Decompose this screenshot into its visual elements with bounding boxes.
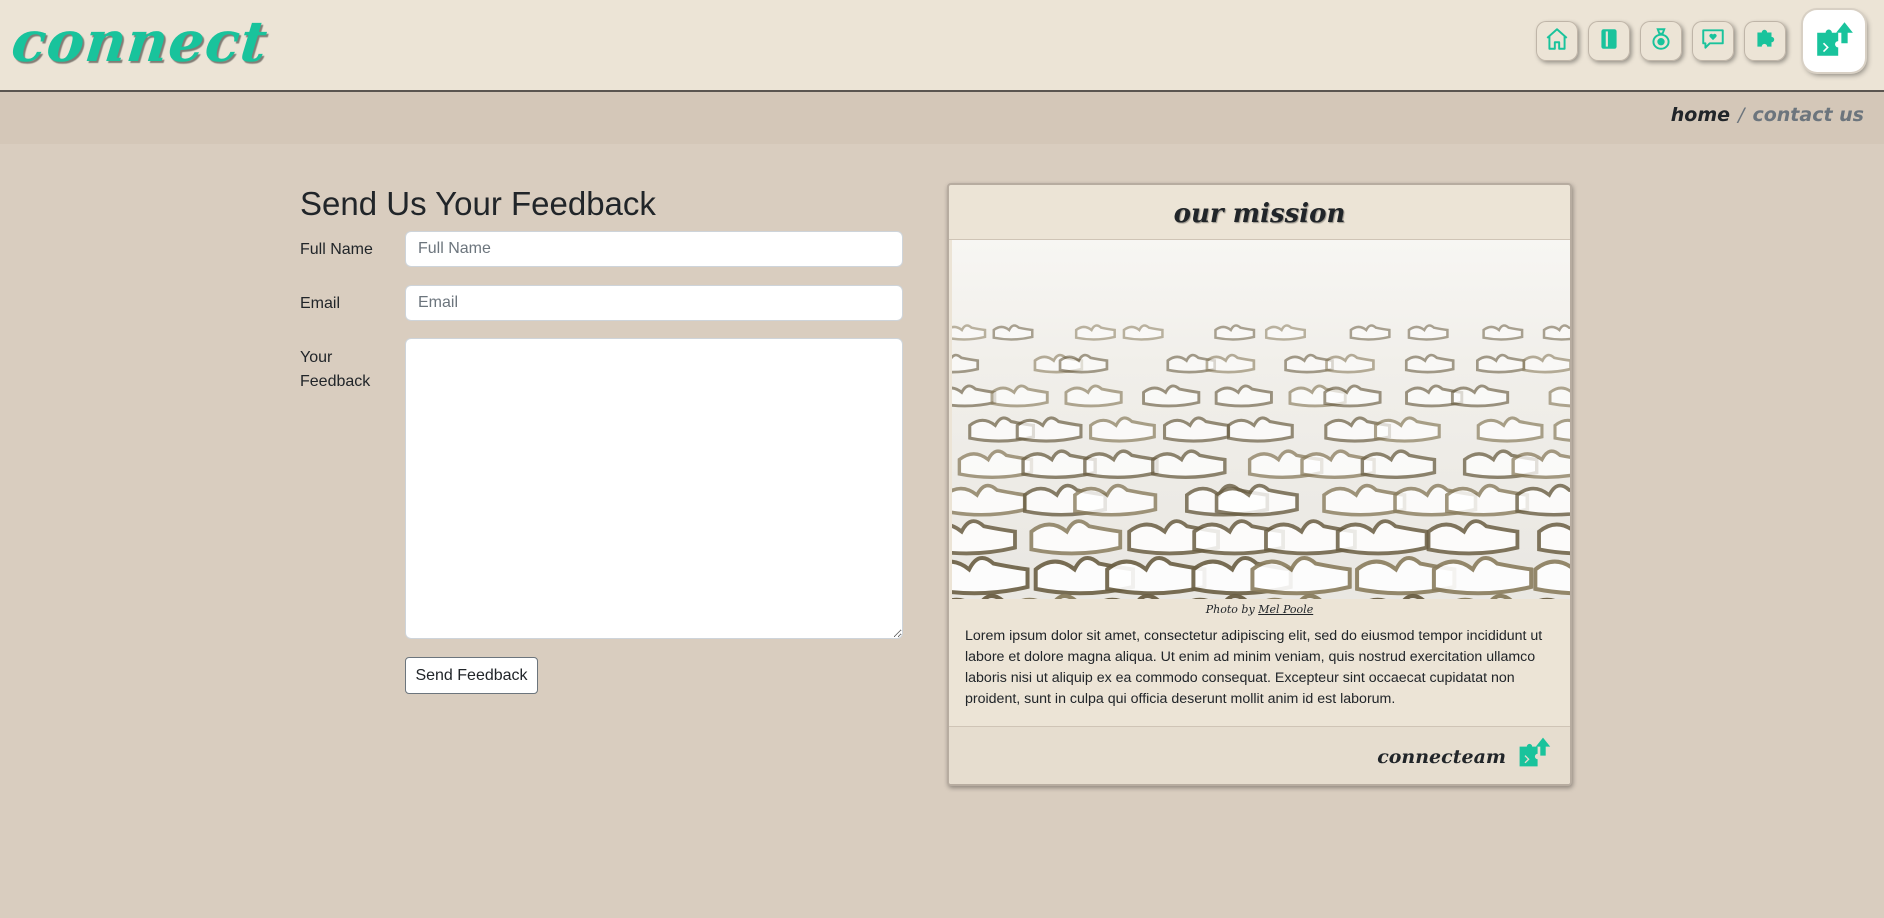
puzzle-pieces-photo	[952, 240, 1570, 599]
connect-logo-icon	[1516, 734, 1552, 770]
breadcrumb: home / contact us	[1671, 100, 1864, 130]
money-bag-icon	[1648, 26, 1674, 57]
breadcrumb-separator: /	[1738, 104, 1745, 126]
full-name-input[interactable]	[405, 231, 903, 267]
mission-text: Lorem ipsum dolor sit amet, consectetur …	[965, 628, 1543, 707]
photo-credit: Photo by Mel Poole	[949, 602, 1570, 618]
brand-logo[interactable]: connect	[9, 9, 271, 75]
card-title: our mission	[1173, 199, 1346, 229]
home-icon	[1544, 26, 1570, 57]
send-feedback-button[interactable]: Send Feedback	[405, 657, 538, 694]
puzzle-piece-shape	[1548, 386, 1570, 408]
scattered-puzzle-pieces-image	[952, 240, 1570, 599]
breadcrumb-current: contact us	[1752, 104, 1864, 126]
puzzle-piece-shape	[1542, 324, 1570, 341]
puzzle-piece-shape	[1515, 483, 1570, 517]
puzzle-icon	[1752, 26, 1778, 57]
nav-home-button[interactable]	[1536, 21, 1578, 61]
nav-connect-button[interactable]	[1803, 10, 1865, 72]
book-icon	[1596, 26, 1622, 57]
card-header: our mission	[949, 185, 1570, 240]
nav-money-button[interactable]	[1640, 21, 1682, 61]
email-input[interactable]	[405, 285, 903, 321]
email-label: Email	[300, 295, 341, 312]
card-footer: connecteam	[949, 726, 1570, 784]
page-title: Send Us Your Feedback	[300, 185, 656, 222]
nav-book-button[interactable]	[1588, 21, 1630, 61]
connect-logo-icon	[1813, 18, 1855, 65]
footer-signature: connecteam	[1377, 746, 1506, 768]
breadcrumb-bar: home / contact us	[0, 92, 1884, 144]
feedback-label: Your Feedback	[300, 349, 371, 390]
navbar: connect	[0, 0, 1884, 92]
feedback-textarea[interactable]	[405, 338, 903, 639]
nav-puzzle-button[interactable]	[1744, 21, 1786, 61]
nav-chat-button[interactable]	[1692, 21, 1734, 61]
mission-card: our mission Photo by Mel Poole Lorem ips…	[947, 183, 1572, 786]
photo-credit-author-link[interactable]: Mel Poole	[1258, 603, 1313, 616]
full-name-label: Full Name	[300, 241, 373, 258]
chat-heart-icon	[1700, 26, 1726, 57]
photo-credit-prefix: Photo by	[1205, 603, 1255, 616]
breadcrumb-home-link[interactable]: home	[1671, 104, 1730, 126]
